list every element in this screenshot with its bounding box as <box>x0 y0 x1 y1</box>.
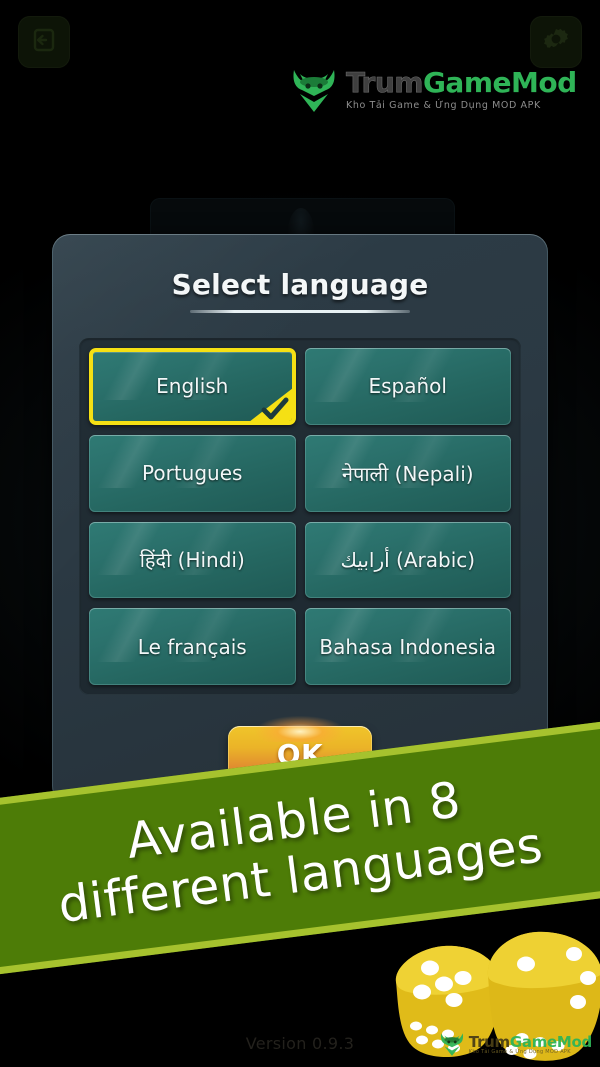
settings-button[interactable] <box>530 16 582 68</box>
logo-tagline: Kho Tải Game & Ứng Dụng MOD APK <box>346 100 541 112</box>
language-option-label: नेपाली (Nepali) <box>341 461 474 486</box>
language-grid: English Español Portugues नेपाली (Nepali… <box>79 338 521 695</box>
language-option-label: Portugues <box>142 461 243 486</box>
bull-head-icon <box>290 62 338 118</box>
language-option-espanol[interactable]: Español <box>304 348 511 425</box>
brand-logo: TrumGameMod Kho Tải Game & Ứng Dụng MOD … <box>290 62 577 118</box>
language-option-arabic[interactable]: أرابيك (Arabic) <box>304 521 511 599</box>
logo-word-trum: Trum <box>346 66 424 100</box>
exit-button[interactable] <box>18 16 70 68</box>
logo-word-mod: Mod <box>511 66 577 100</box>
language-option-label: हिंदी (Hindi) <box>139 548 245 573</box>
title-underline <box>190 310 410 313</box>
language-option-english[interactable]: English <box>89 348 296 425</box>
exit-door-icon <box>29 25 59 59</box>
logo-word-game: Game <box>422 66 512 100</box>
language-option-french[interactable]: Le français <box>89 608 296 685</box>
language-option-portugues[interactable]: Portugues <box>89 434 296 512</box>
language-option-label: Español <box>368 374 447 399</box>
gear-icon <box>542 26 570 58</box>
bull-head-icon <box>439 1029 465 1061</box>
language-option-hindi[interactable]: हिंदी (Hindi) <box>89 521 296 599</box>
language-option-nepali[interactable]: नेपाली (Nepali) <box>304 434 511 512</box>
game-screen: TrumGameMod Kho Tải Game & Ứng Dụng MOD … <box>0 0 600 1067</box>
checkmark-icon <box>249 388 292 421</box>
language-option-indonesian[interactable]: Bahasa Indonesia <box>304 608 511 685</box>
language-option-label: Le français <box>137 634 247 659</box>
language-option-label: أرابيك (Arabic) <box>340 547 476 572</box>
select-language-dialog: Select language English Español Portugue… <box>52 234 548 804</box>
language-option-label: English <box>156 374 229 399</box>
language-option-label: Bahasa Indonesia <box>319 634 497 659</box>
dialog-title: Select language <box>171 268 429 301</box>
watermark-logo: TrumGameMod Kho Tải Game & Ứng Dụng MOD … <box>439 1029 592 1061</box>
